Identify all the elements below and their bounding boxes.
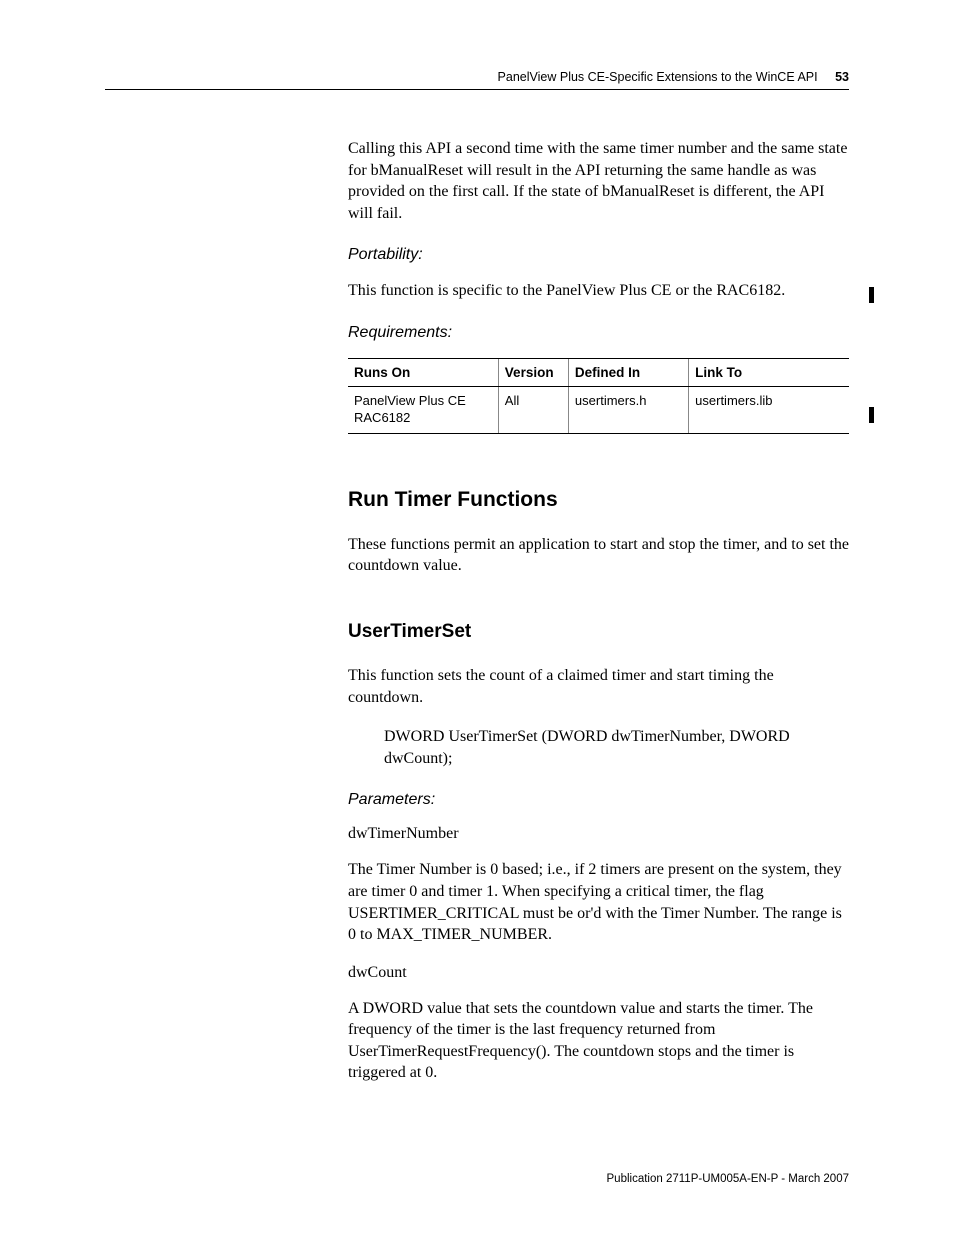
col-runs-on: Runs On [348,358,498,386]
cell-version: All [498,386,568,433]
param2-name: dwCount [348,964,849,982]
param1-name: dwTimerNumber [348,825,849,843]
header-title: PanelView Plus CE-Specific Extensions to… [498,70,818,84]
intro-paragraph: Calling this API a second time with the … [348,138,849,224]
page-number: 53 [835,70,849,84]
param2-desc: A DWORD value that sets the countdown va… [348,998,849,1084]
col-defined-in: Defined In [568,358,688,386]
col-link-to: Link To [689,358,849,386]
usertimerset-intro: This function sets the count of a claime… [348,665,849,708]
function-signature: DWORD UserTimerSet (DWORD dwTimerNumber,… [384,726,849,769]
header-rule [105,89,849,90]
main-content: Calling this API a second time with the … [348,138,849,1084]
publication-footer: Publication 2711P-UM005A-EN-P - March 20… [607,1173,849,1185]
page-header: PanelView Plus CE-Specific Extensions to… [105,70,849,84]
portability-text: This function is specific to the PanelVi… [348,280,849,302]
param1-desc: The Timer Number is 0 based; i.e., if 2 … [348,859,849,945]
portability-heading: Portability: [348,246,849,264]
run-timer-text: These functions permit an application to… [348,534,849,577]
change-bar-icon [869,407,874,423]
run-timer-heading: Run Timer Functions [348,488,849,512]
cell-runs-on: PanelView Plus CE RAC6182 [348,386,498,433]
requirements-table: Runs On Version Defined In Link To Panel… [348,358,849,434]
usertimerset-heading: UserTimerSet [348,621,849,643]
table-row: PanelView Plus CE RAC6182 All usertimers… [348,386,849,433]
col-version: Version [498,358,568,386]
change-bar-icon [869,287,874,303]
table-header-row: Runs On Version Defined In Link To [348,358,849,386]
cell-link-to: usertimers.lib [689,386,849,433]
parameters-heading: Parameters: [348,791,849,809]
requirements-heading: Requirements: [348,324,849,342]
cell-defined-in: usertimers.h [568,386,688,433]
